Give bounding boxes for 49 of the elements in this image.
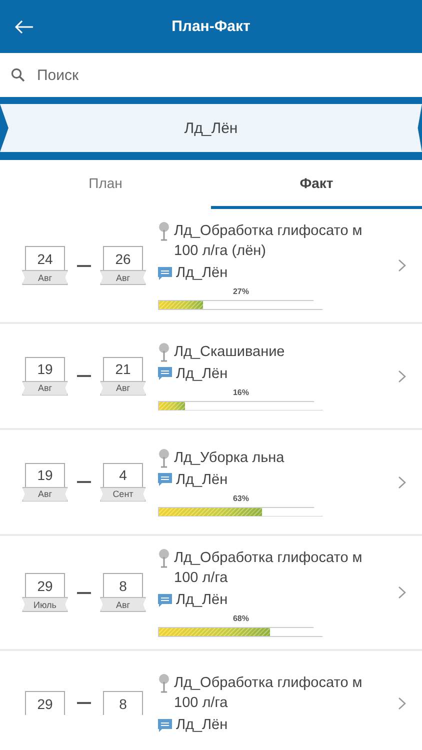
- dash-icon: [77, 592, 91, 594]
- back-arrow-icon: [14, 20, 34, 34]
- field-name: Лд_Лён: [176, 472, 228, 488]
- search-field[interactable]: Поиск: [35, 66, 422, 84]
- field-name: Лд_Лён: [176, 265, 228, 281]
- chevron-right-icon[interactable]: [398, 586, 406, 599]
- progress-percent: 27%: [232, 287, 250, 296]
- tree-icon: [158, 673, 170, 693]
- dash-icon: [77, 375, 91, 377]
- comment-icon: [158, 473, 172, 486]
- date-day: 29: [25, 691, 65, 715]
- date-month: Авг: [100, 380, 146, 396]
- date-month: Авг: [22, 486, 68, 502]
- field-name: Лд_Лён: [176, 366, 228, 382]
- screen-title: План-Факт: [172, 18, 250, 35]
- field-name: Лд_Лён: [176, 717, 228, 733]
- chevron-right-icon[interactable]: [398, 370, 406, 382]
- tree-icon: [158, 448, 170, 468]
- progress-percent: 63%: [232, 494, 250, 502]
- crop-banner[interactable]: Лд_Лён: [0, 104, 422, 152]
- task-title: Лд_Обработка глифосато м 100 л/га: [174, 674, 364, 713]
- date-month: Авг: [22, 270, 68, 285]
- date-month: Авг: [100, 597, 146, 612]
- dash-icon: [77, 264, 91, 266]
- date-day: 8: [103, 691, 143, 715]
- tree-icon: [158, 221, 170, 241]
- search-icon: [11, 68, 25, 82]
- comment-icon: [158, 594, 172, 606]
- date-month: Сент: [100, 486, 146, 502]
- tree-icon: [158, 342, 170, 362]
- comment-icon: [158, 367, 172, 380]
- date-month: Июль: [22, 597, 68, 612]
- date-month: Авг: [22, 380, 68, 396]
- task-title: Лд_Обработка глифосато м 100 л/га (лён): [174, 222, 364, 261]
- chevron-right-icon[interactable]: [398, 259, 406, 272]
- field-name: Лд_Лён: [176, 592, 228, 608]
- progress-percent: 68%: [232, 614, 250, 623]
- progress-percent: 16%: [232, 388, 250, 396]
- comment-icon: [158, 718, 172, 732]
- chevron-right-icon[interactable]: [398, 476, 406, 488]
- task-title: Лд_Уборка льна: [174, 448, 286, 468]
- task-title: Лд_Скашивание: [174, 342, 286, 362]
- chevron-right-icon[interactable]: [398, 696, 406, 710]
- dash-icon: [77, 702, 91, 704]
- tree-icon: [158, 548, 170, 568]
- comment-icon: [158, 266, 172, 280]
- dash-icon: [77, 481, 91, 483]
- date-month: Авг: [100, 270, 146, 285]
- task-title: Лд_Обработка глифосато м 100 л/га: [174, 549, 364, 588]
